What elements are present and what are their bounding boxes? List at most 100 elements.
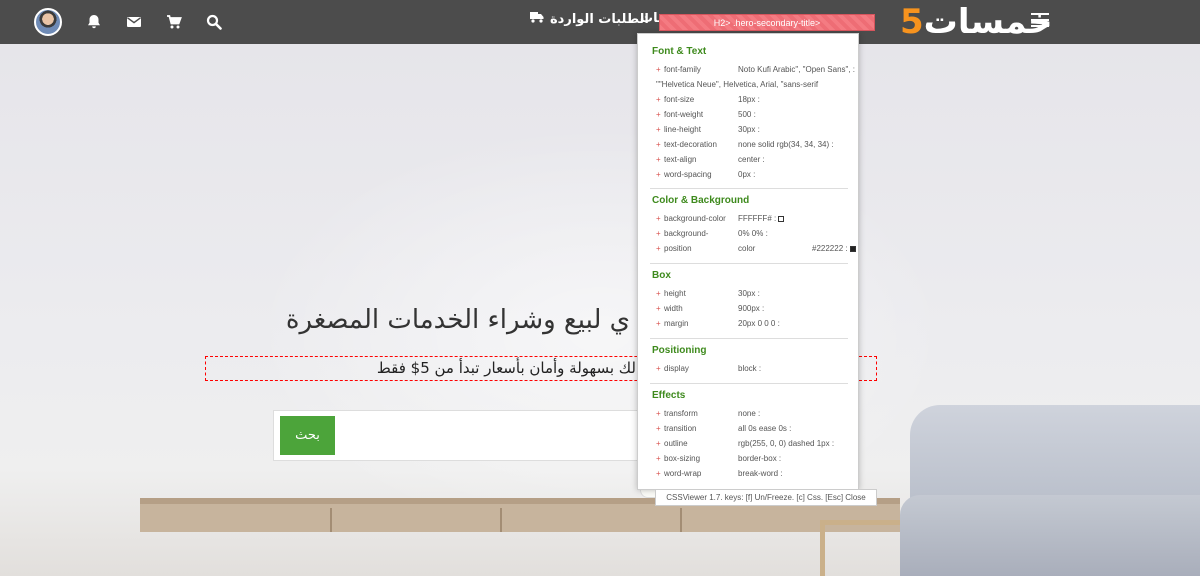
menu-icon[interactable] <box>1031 13 1049 29</box>
nav-incoming-requests[interactable]: الطلبات الواردة <box>530 11 649 27</box>
css-viewer-divider <box>650 263 848 264</box>
css-viewer-section-title: Box <box>652 270 671 281</box>
css-viewer-row: + display block : <box>656 364 856 378</box>
expand-icon: + <box>656 229 661 238</box>
css-property-value: 0px : <box>738 170 756 179</box>
css-viewer-row: + margin 20px 0 0 0 : <box>656 319 856 333</box>
css-viewer-row: + background-color FFFFFF# : <box>656 214 856 228</box>
expand-icon: + <box>656 409 661 418</box>
expand-icon: + <box>656 170 661 179</box>
expand-icon: + <box>656 319 661 328</box>
css-viewer-row: + font-size 18px : <box>656 95 856 109</box>
cart-icon[interactable] <box>166 14 182 30</box>
css-viewer-footer: CSSViewer 1.7. keys: [f] Un/Freeze. [c] … <box>655 489 877 506</box>
color-swatch <box>778 215 785 222</box>
css-property-name: text-align <box>664 155 697 164</box>
css-property-value: FFFFFF# : <box>738 214 786 223</box>
css-property-value: block : <box>738 364 762 373</box>
decor-armchair <box>900 405 1200 576</box>
css-viewer-header: H2> .hero-secondary-title> <box>659 14 875 31</box>
css-viewer-row: + transform none : <box>656 409 856 423</box>
css-property-value: 500 : <box>738 110 756 119</box>
css-property-name: font-family <box>664 65 701 74</box>
css-viewer-row: + line-height 30px : <box>656 125 856 139</box>
expand-icon: + <box>656 95 661 104</box>
css-viewer-row: + height 30px : <box>656 289 856 303</box>
color-swatch <box>849 245 856 252</box>
expand-icon: + <box>656 364 661 373</box>
css-property-value: none solid rgb(34, 34, 34) : <box>738 140 834 149</box>
css-viewer-divider <box>650 338 848 339</box>
css-viewer-divider <box>650 188 848 189</box>
css-viewer-row: + outline rgb(255, 0, 0) dashed 1px : <box>656 439 856 453</box>
css-property-value: 0% 0% : <box>738 229 768 238</box>
css-property-value: rgb(255, 0, 0) dashed 1px : <box>738 439 835 448</box>
user-avatar[interactable] <box>34 8 62 36</box>
css-viewer-row: + background- 0% 0% : <box>656 229 856 243</box>
mail-icon[interactable] <box>126 14 142 30</box>
css-property-name: transform <box>664 409 698 418</box>
expand-icon: + <box>656 439 661 448</box>
css-property-name: word-spacing <box>664 170 712 179</box>
css-property-name: font-size <box>664 95 695 104</box>
bell-icon[interactable] <box>86 14 102 30</box>
top-navbar: الطلبات الواردة يات 5 خمسات <box>0 0 1200 44</box>
truck-icon <box>530 11 544 27</box>
expand-icon: + <box>656 214 661 223</box>
css-property-value: 30px : <box>738 125 760 134</box>
shelf-divider <box>500 508 502 532</box>
css-viewer-row: + position color #222222 : <box>656 244 856 258</box>
css-property-name: box-sizing <box>664 454 701 463</box>
css-property-value: border-box : <box>738 454 782 463</box>
logo-accent: 5 <box>900 2 924 42</box>
css-property-value: ""Helvetica Neue", Helvetica, Arial, "sa… <box>656 80 819 89</box>
expand-icon: + <box>656 304 661 313</box>
css-viewer-divider <box>650 383 848 384</box>
css-property-name: display <box>664 364 689 373</box>
css-viewer-section-title: Positioning <box>652 345 707 356</box>
css-property-value: 20px 0 0 0 : <box>738 319 780 328</box>
css-property-extra: #222222 : <box>812 244 858 253</box>
expand-icon: + <box>656 125 661 134</box>
css-viewer-row: +""Helvetica Neue", Helvetica, Arial, "s… <box>656 80 856 94</box>
css-property-name: position <box>664 244 692 253</box>
css-property-name: word-wrap <box>664 469 702 478</box>
expand-icon: + <box>656 140 661 149</box>
expand-icon: + <box>656 424 661 433</box>
css-property-name: width <box>664 304 683 313</box>
search-icon[interactable] <box>206 14 222 30</box>
expand-icon: + <box>656 289 661 298</box>
khamsat-logo[interactable]: 5 خمسات <box>900 4 1053 40</box>
css-viewer-section-title: Font & Text <box>652 46 707 57</box>
css-viewer-row: + width 900px : <box>656 304 856 318</box>
css-viewer-panel: Font & Text + font-family Noto Kufi Arabic"… <box>637 33 859 490</box>
css-viewer-row: + word-spacing 0px : <box>656 170 856 184</box>
css-property-name: text-decoration <box>664 140 717 149</box>
css-viewer-row: + font-family Noto Kufi Arabic", "Open San… <box>656 65 856 79</box>
expand-icon: + <box>656 155 661 164</box>
expand-icon: + <box>656 454 661 463</box>
hero-title: ي لبيع وشراء الخدمات المصغرة <box>285 305 630 335</box>
css-viewer-row: + text-align center : <box>656 155 856 169</box>
css-viewer-section-title: Effects <box>652 390 686 401</box>
css-property-value: 900px : <box>738 304 765 313</box>
css-property-value: none : <box>738 409 761 418</box>
nav-incoming-requests-label: الطلبات الواردة <box>550 11 649 27</box>
hero-search-button[interactable]: بحث <box>280 416 335 455</box>
css-viewer-row: + transition all 0s ease 0s : <box>656 424 856 438</box>
css-property-value: 18px : <box>738 95 760 104</box>
css-property-value: center : <box>738 155 765 164</box>
css-property-value: color <box>738 244 756 253</box>
css-property-value: break-word : <box>738 469 783 478</box>
css-viewer-row: + text-decoration none solid rgb(34, 34, 3… <box>656 140 856 154</box>
shelf-divider <box>680 508 682 532</box>
css-property-value: 30px : <box>738 289 760 298</box>
css-property-name: transition <box>664 424 697 433</box>
hero-subtitle: لك بسهولة وأمان بأسعار تبدأ من 5$ فقط <box>376 359 636 377</box>
css-viewer-row: + word-wrap break-word : <box>656 469 856 483</box>
css-property-name: background- <box>664 229 709 238</box>
css-property-name: height <box>664 289 686 298</box>
css-property-name: margin <box>664 319 689 328</box>
css-viewer-section-title: Color & Background <box>652 195 750 206</box>
css-viewer-row: + font-weight 500 : <box>656 110 856 124</box>
